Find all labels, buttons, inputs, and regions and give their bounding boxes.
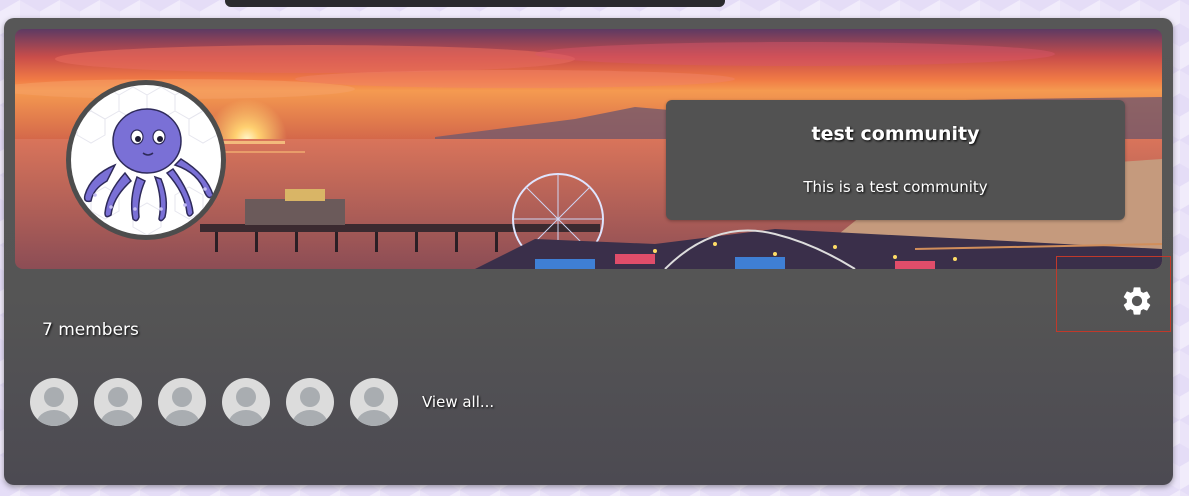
view-all-members-link[interactable]: View all... xyxy=(422,393,494,411)
member-avatar[interactable] xyxy=(158,378,206,426)
user-icon xyxy=(44,387,64,407)
user-icon xyxy=(300,387,320,407)
octopus-icon xyxy=(76,86,218,235)
user-icon xyxy=(364,387,384,407)
community-card: test community This is a test community … xyxy=(4,18,1173,485)
community-info-box: test community This is a test community xyxy=(666,100,1125,220)
community-name: test community xyxy=(811,123,980,145)
community-description: This is a test community xyxy=(803,178,988,196)
member-avatar[interactable] xyxy=(350,378,398,426)
member-avatar-list: View all... xyxy=(30,377,494,427)
member-avatar[interactable] xyxy=(30,378,78,426)
settings-button[interactable] xyxy=(1056,256,1171,332)
gear-icon xyxy=(1123,287,1151,315)
user-icon xyxy=(236,387,256,407)
member-avatar[interactable] xyxy=(286,378,334,426)
user-icon xyxy=(108,387,128,407)
member-avatar[interactable] xyxy=(222,378,270,426)
community-avatar xyxy=(66,80,226,240)
community-banner: test community This is a test community xyxy=(15,29,1162,269)
user-icon xyxy=(172,387,192,407)
members-count: 7 members xyxy=(42,320,139,340)
top-nav-bar xyxy=(225,0,725,7)
member-avatar[interactable] xyxy=(94,378,142,426)
